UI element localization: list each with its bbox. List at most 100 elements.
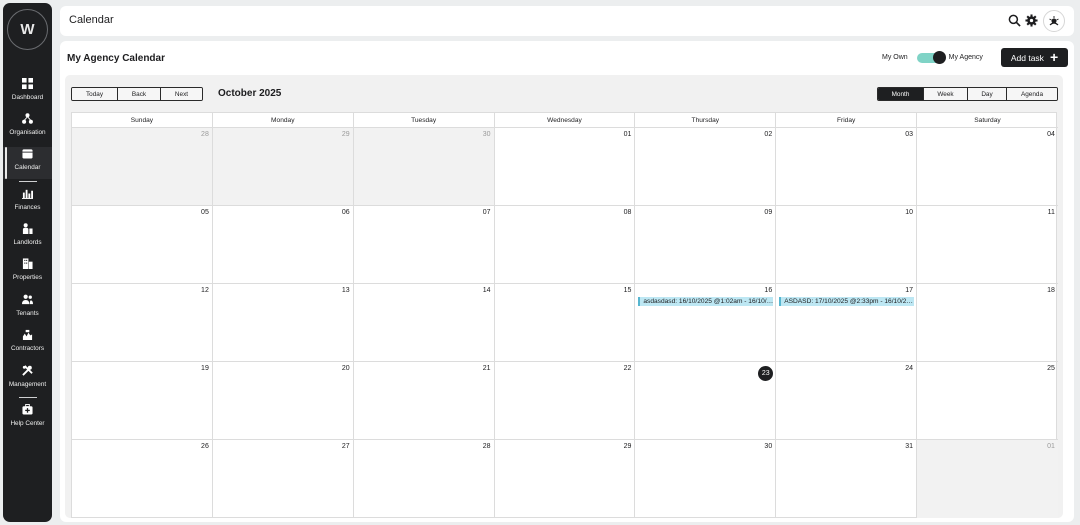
day-number[interactable]: 01 [624,131,632,138]
calendar-day-cell[interactable]: 11 [917,206,1058,283]
toggle-label-my-own[interactable]: My Own [882,54,908,61]
day-number[interactable]: 03 [905,131,913,138]
view-month-button[interactable]: Month [878,88,924,100]
calendar-day-cell[interactable]: 06 [213,206,354,283]
calendar-day-cell[interactable]: 30 [635,440,777,518]
day-number[interactable]: 29 [342,131,350,138]
toggle-label-my-agency[interactable]: My Agency [949,54,983,61]
calendar-day-cell[interactable]: 01 [495,128,636,205]
day-number[interactable]: 30 [764,443,772,450]
day-number[interactable]: 05 [201,209,209,216]
calendar-day-cell[interactable]: 20 [213,362,354,439]
calendar-day-cell[interactable]: 26 [72,440,213,518]
view-week-button[interactable]: Week [924,88,968,100]
day-number[interactable]: 26 [201,443,209,450]
calendar-day-cell[interactable]: 10 [776,206,918,283]
day-number[interactable]: 22 [624,365,632,372]
day-number[interactable]: 21 [483,365,491,372]
sidebar-item-contractors[interactable]: Contractors [3,328,52,360]
sidebar-item-management[interactable]: Management [3,364,52,396]
day-number[interactable]: 25 [1047,365,1055,372]
day-number[interactable]: 23 [758,366,774,381]
calendar-day-cell[interactable]: 09 [635,206,777,283]
day-number[interactable]: 18 [1047,287,1055,294]
calendar-day-cell[interactable]: 04 [917,128,1058,205]
calendar-day-cell[interactable]: 24 [776,362,918,439]
calendar-day-cell[interactable]: 02 [635,128,777,205]
calendar-day-cell[interactable]: 31 [776,440,918,518]
calendar-day-cell[interactable]: 29 [495,440,636,518]
sidebar-item-tenants[interactable]: Tenants [3,293,52,325]
calendar-day-cell[interactable]: 07 [354,206,495,283]
day-number[interactable]: 12 [201,287,209,294]
calendar-day-cell[interactable]: 30 [353,128,495,205]
sidebar-item-organisation[interactable]: Organisation [3,112,52,144]
search-icon[interactable] [1008,14,1021,27]
day-number[interactable]: 16 [764,287,772,294]
sidebar-item-calendar[interactable]: Calendar [3,147,52,179]
day-number[interactable]: 01 [1047,443,1055,450]
next-button[interactable]: Next [161,88,202,100]
calendar-day-cell[interactable]: 28 [72,128,213,205]
day-number[interactable]: 09 [764,209,772,216]
day-number[interactable]: 24 [905,365,913,372]
day-number[interactable]: 07 [483,209,491,216]
day-number[interactable]: 30 [483,131,491,138]
calendar-day-cell[interactable]: 23 [635,362,777,439]
calendar-day-cell[interactable]: 05 [72,206,213,283]
day-number[interactable]: 08 [624,209,632,216]
day-number[interactable]: 17 [905,287,913,294]
day-number[interactable]: 02 [764,131,772,138]
sidebar-item-landlords[interactable]: Landlords [3,222,52,254]
calendar-day-cell[interactable]: 16 asdasdasd: 16/10/2025 @1:02am - 16/10/… [635,284,777,361]
calendar-day-cell[interactable]: 21 [354,362,495,439]
day-number[interactable]: 29 [624,443,632,450]
view-agenda-button[interactable]: Agenda [1007,88,1057,100]
view-day-button[interactable]: Day [968,88,1007,100]
calendar-day-cell[interactable]: 28 [354,440,495,518]
day-number[interactable]: 10 [905,209,913,216]
calendar-day-cell[interactable]: 19 [72,362,213,439]
day-number[interactable]: 28 [201,131,209,138]
calendar-day-cell[interactable]: 17 ASDASD: 17/10/2025 @2:33pm - 16/10/202… [776,284,918,361]
sidebar-item-help-center[interactable]: Help Center [3,403,52,435]
calendar-day-cell[interactable]: 08 [495,206,636,283]
logo[interactable]: W [7,9,48,50]
gear-icon[interactable] [1025,14,1038,27]
day-number[interactable]: 13 [342,287,350,294]
today-button[interactable]: Today [72,88,118,100]
scope-switch[interactable] [916,50,946,64]
calendar-day-cell[interactable]: 14 [354,284,495,361]
day-number[interactable]: 14 [483,287,491,294]
day-number[interactable]: 15 [624,287,632,294]
calendar-day-cell[interactable]: 29 [212,128,354,205]
calendar-day-cell[interactable]: 01 [917,440,1058,518]
calendar-day-cell[interactable]: 15 [495,284,636,361]
sidebar-item-properties[interactable]: Properties [3,257,52,289]
day-number[interactable]: 04 [1047,131,1055,138]
top-bar: Calendar [60,6,1074,36]
day-number[interactable]: 28 [483,443,491,450]
avatar[interactable] [1043,10,1065,32]
sidebar-item-finances[interactable]: Finances [3,187,52,219]
day-number[interactable]: 06 [342,209,350,216]
calendar-day-cell[interactable]: 12 [72,284,213,361]
calendar-day-cell[interactable]: 03 [776,128,918,205]
calendar-event[interactable]: asdasdasd: 16/10/2025 @1:02am - 16/10/20… [638,297,774,306]
calendar-day-cell[interactable]: 22 [495,362,636,439]
weekday-header-cell: Monday [213,113,354,128]
back-button[interactable]: Back [118,88,161,100]
day-number[interactable]: 20 [342,365,350,372]
day-number[interactable]: 19 [201,365,209,372]
day-number[interactable]: 27 [342,443,350,450]
sidebar-item-dashboard[interactable]: Dashboard [3,77,52,109]
calendar-day-cell[interactable]: 13 [213,284,354,361]
calendar-day-cell[interactable]: 25 [917,362,1058,439]
calendar-day-cell[interactable]: 18 [917,284,1058,361]
calendar-day-cell[interactable]: 27 [213,440,354,518]
day-number[interactable]: 11 [1048,209,1055,216]
add-task-button[interactable]: Add task + [1001,48,1068,67]
calendar-event[interactable]: ASDASD: 17/10/2025 @2:33pm - 16/10/2025 [779,297,915,306]
wrench-icon [22,365,33,376]
day-number[interactable]: 31 [905,443,913,450]
